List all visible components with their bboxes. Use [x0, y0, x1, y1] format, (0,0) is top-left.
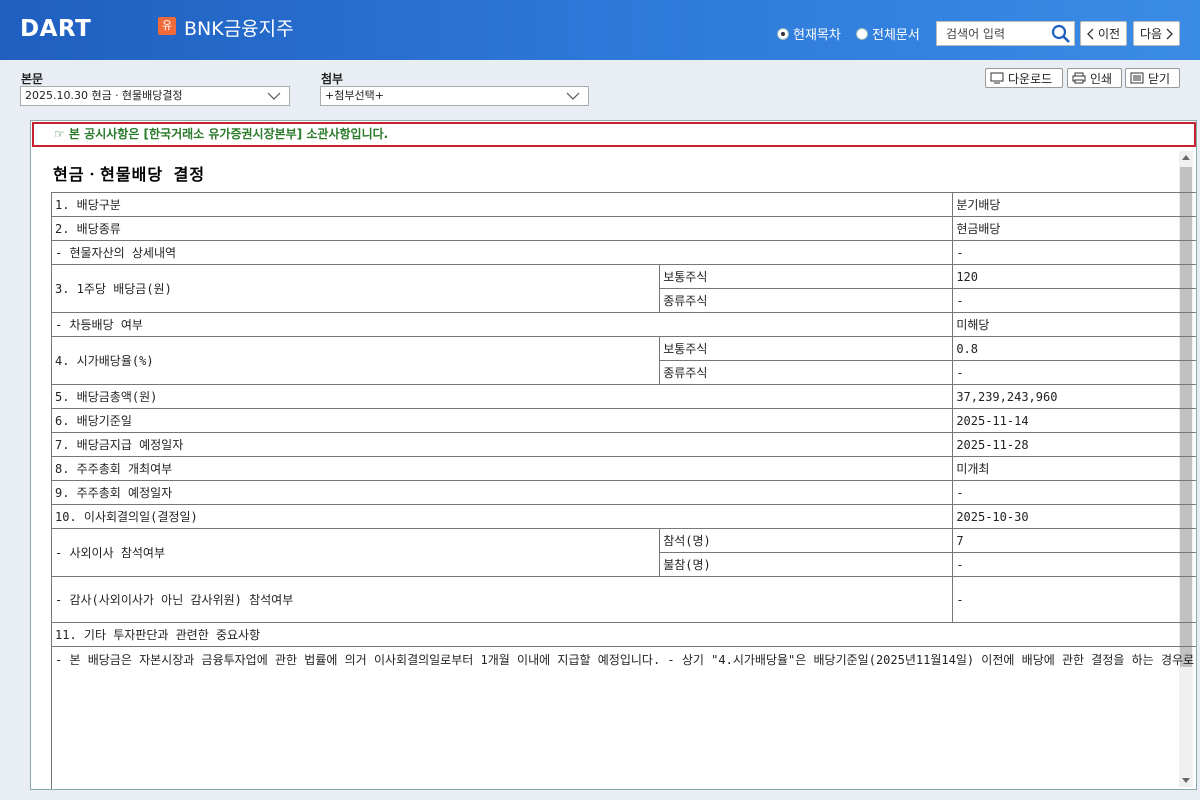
row-label: 10. 이사회결의일(결정일) [50, 504, 954, 529]
row-value: 7 [952, 528, 1196, 553]
row-sublabel: 참석(명) [659, 528, 954, 553]
radio-full-document[interactable]: 전체문서 [856, 24, 920, 43]
market-badge: 유 [158, 17, 176, 35]
row-label: 9. 주주총회 예정일자 [50, 480, 954, 505]
table-row: 5. 배당금총액(원) 37,239,243,960 [50, 384, 1196, 409]
dart-logo[interactable]: DART [20, 16, 91, 42]
row-label: - 현물자산의 상세내역 [50, 240, 954, 265]
table-row: - 감사(사외이사가 아닌 감사위원) 참석여부 - [50, 576, 1196, 623]
chevron-down-icon [267, 92, 281, 100]
radio-current-toc[interactable]: 현재목차 [777, 24, 841, 43]
row-label: 4. 시가배당율(%) [50, 336, 661, 385]
download-label: 다운로드 [1008, 71, 1053, 86]
attach-label: 첨부 [321, 72, 344, 86]
chevron-right-icon [1166, 28, 1173, 39]
radio-selected-icon[interactable] [777, 27, 789, 40]
row-value: - [952, 552, 1196, 577]
top-header: DART 유 BNK금융지주 현재목차 전체문서 이전 다음 [0, 0, 1200, 60]
row-label: 11. 기타 투자판단과 관련한 중요사항 [50, 622, 1196, 647]
printer-icon [1072, 72, 1086, 84]
document-title: 현금ㆍ현물배당 결정 [53, 165, 206, 184]
row-value: 미개최 [952, 456, 1196, 481]
table-row: 10. 이사회결의일(결정일) 2025-10-30 [50, 504, 1196, 529]
table-row: 3. 1주당 배당금(원) 보통주식 120 [50, 264, 1196, 313]
close-label: 닫기 [1148, 71, 1171, 86]
row-sublabel: 보통주식 [659, 336, 954, 361]
table-row: 6. 배당기준일 2025-11-14 [50, 408, 1196, 433]
table-row: 1. 배당구분 분기배당 [50, 192, 1196, 217]
table-row: - 본 배당금은 자본시장과 금융투자업에 관한 법률에 의거 이사회결의일로부… [50, 646, 1196, 789]
chevron-down-icon [566, 92, 580, 100]
row-value: 2025-10-30 [952, 504, 1196, 529]
close-button[interactable]: 닫기 [1125, 68, 1180, 88]
search-input[interactable] [937, 22, 1047, 45]
row-label: 8. 주주총회 개최여부 [50, 456, 954, 481]
row-value: 0.8 [952, 336, 1196, 361]
row-value: 2025-11-14 [952, 408, 1196, 433]
row-label: - 감사(사외이사가 아닌 감사위원) 참석여부 [50, 576, 954, 623]
row-value: 분기배당 [952, 192, 1196, 217]
search-box [936, 21, 1075, 46]
body-label: 본문 [21, 72, 44, 86]
remarks-text: - 본 배당금은 자본시장과 금융투자업에 관한 법률에 의거 이사회결의일로부… [50, 646, 1196, 789]
body-select[interactable]: 2025.10.30 현금ㆍ현물배당결정 [20, 86, 290, 106]
close-doc-icon [1130, 72, 1144, 84]
row-label: 5. 배당금총액(원) [50, 384, 954, 409]
table-row: 7. 배당금지급 예정일자 2025-11-28 [50, 432, 1196, 457]
row-label: 2. 배당종류 [50, 216, 954, 241]
row-label: 1. 배당구분 [50, 192, 954, 217]
company-name: BNK금융지주 [184, 18, 294, 40]
jurisdiction-notice: ☞ 본 공시사항은 [한국거래소 유가증권시장본부] 소관사항입니다. [32, 122, 1196, 147]
search-icon[interactable] [1051, 24, 1071, 44]
row-value: 미해당 [952, 312, 1196, 337]
row-label: 7. 배당금지급 예정일자 [50, 432, 954, 457]
row-value: - [952, 576, 1196, 623]
document-frame: ☞ 본 공시사항은 [한국거래소 유가증권시장본부] 소관사항입니다. 현금ㆍ현… [30, 120, 1197, 790]
prev-button[interactable]: 이전 [1080, 21, 1127, 46]
row-sublabel: 보통주식 [659, 264, 954, 289]
table-row: - 사외이사 참석여부 참석(명) 7 [50, 528, 1196, 577]
row-value: - [952, 480, 1196, 505]
table-row: - 차등배당 여부 미해당 [50, 312, 1196, 337]
row-value: 37,239,243,960 [952, 384, 1196, 409]
row-sublabel: 종류주식 [659, 360, 954, 385]
table-row: 11. 기타 투자판단과 관련한 중요사항 [50, 622, 1196, 647]
attach-select-value: +첨부선택+ [325, 89, 384, 102]
table-row: 8. 주주총회 개최여부 미개최 [50, 456, 1196, 481]
row-value: 현금배당 [952, 216, 1196, 241]
table-row: 9. 주주총회 예정일자 - [50, 480, 1196, 505]
table-row: 2. 배당종류 현금배당 [50, 216, 1196, 241]
body-select-value: 2025.10.30 현금ㆍ현물배당결정 [25, 89, 183, 102]
row-label: 6. 배당기준일 [50, 408, 954, 433]
table-row: - 현물자산의 상세내역 - [50, 240, 1196, 265]
row-value: - [952, 240, 1196, 265]
next-button[interactable]: 다음 [1133, 21, 1180, 46]
next-label: 다음 [1139, 27, 1163, 41]
attach-select[interactable]: +첨부선택+ [320, 86, 589, 106]
radio-current-label: 현재목차 [793, 28, 841, 43]
monitor-icon [990, 72, 1004, 84]
download-button[interactable]: 다운로드 [985, 68, 1063, 88]
row-value: - [952, 288, 1196, 313]
radio-unselected-icon[interactable] [856, 27, 868, 40]
table-row: 4. 시가배당율(%) 보통주식 0.8 [50, 336, 1196, 385]
scroll-up-icon[interactable] [1182, 155, 1190, 160]
prev-label: 이전 [1097, 27, 1121, 41]
row-value: 2025-11-28 [952, 432, 1196, 457]
row-value: - [952, 360, 1196, 385]
row-label: 3. 1주당 배당금(원) [50, 264, 661, 313]
row-label: - 사외이사 참석여부 [50, 528, 661, 577]
dart-logo-text: DART [20, 16, 92, 42]
radio-full-label: 전체문서 [872, 28, 920, 43]
row-label: - 차등배당 여부 [50, 312, 954, 337]
disclosure-table: 1. 배당구분 분기배당 2. 배당종류 현금배당 - 현물자산의 상세내역 -… [50, 192, 1196, 789]
row-sublabel: 불참(명) [659, 552, 954, 577]
print-button[interactable]: 인쇄 [1067, 68, 1122, 88]
row-value: 120 [952, 264, 1196, 289]
print-label: 인쇄 [1090, 71, 1113, 86]
row-sublabel: 종류주식 [659, 288, 954, 313]
chevron-left-icon [1087, 28, 1094, 39]
